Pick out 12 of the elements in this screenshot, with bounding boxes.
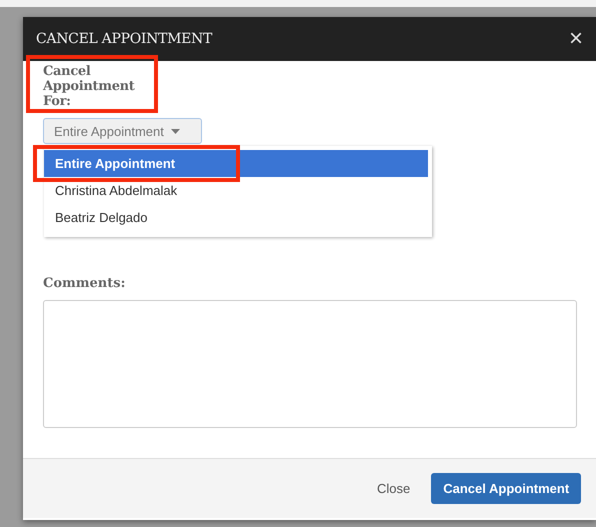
dropdown-field[interactable]: Entire Appointment <box>43 118 202 144</box>
close-button[interactable]: Close <box>363 475 424 502</box>
dropdown-option[interactable]: Beatriz Delgado <box>44 204 428 231</box>
caret-icon <box>170 128 180 134</box>
comments-field[interactable] <box>43 300 577 428</box>
comments-label: Comments: <box>43 276 126 291</box>
dropdown-option[interactable]: Entire Appointment <box>44 150 428 177</box>
close-button[interactable]: × <box>568 27 583 51</box>
dropdown-option[interactable]: Christina Abdelmalak <box>44 177 428 204</box>
cancel-appointment-button[interactable]: Cancel Appointment <box>431 473 582 504</box>
dialog-title: CANCEL APPOINTMENT <box>36 31 212 47</box>
field-label: Cancel Appointment For: <box>43 64 136 109</box>
